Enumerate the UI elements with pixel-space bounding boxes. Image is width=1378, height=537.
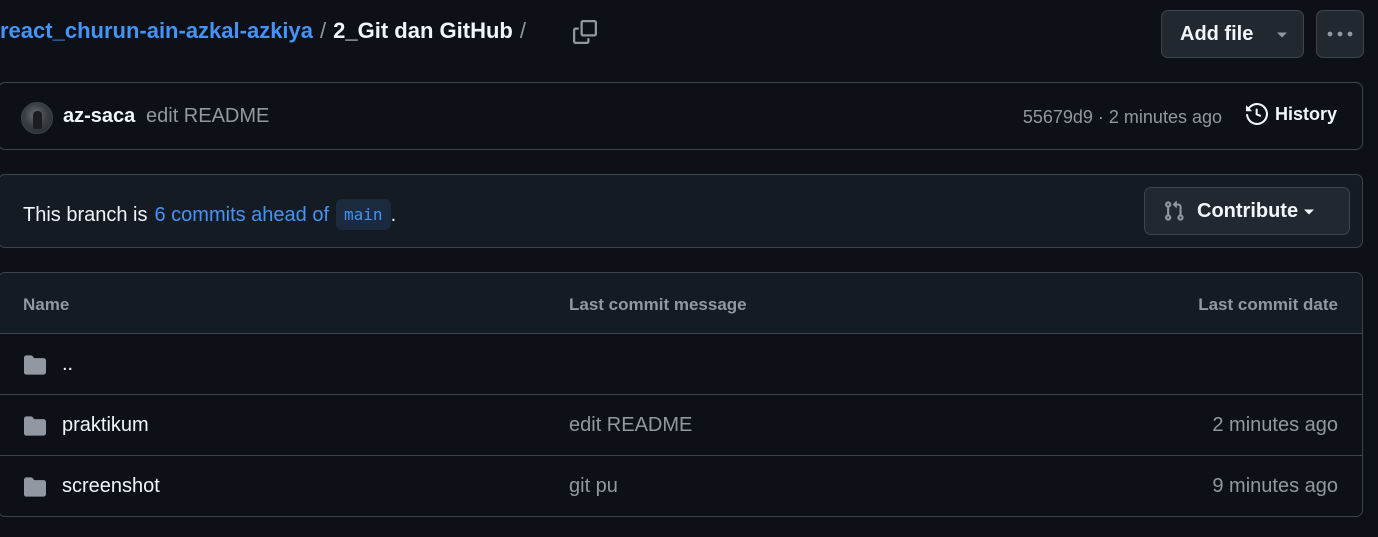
table-row[interactable]: .. [0, 334, 1362, 395]
copy-path-button[interactable] [568, 16, 602, 48]
copy-icon [573, 20, 597, 44]
branch-status-suffix: . [390, 204, 397, 226]
commit-message[interactable]: edit README [146, 105, 269, 128]
commits-ahead-link[interactable]: 6 commits ahead of [155, 204, 330, 227]
kebab-horizontal-icon [1327, 31, 1353, 37]
history-label: History [1275, 103, 1338, 124]
history-icon [1246, 103, 1268, 125]
add-file-button[interactable]: Add file [1161, 10, 1304, 58]
file-directory-icon [24, 355, 46, 375]
contribute-label: Contribute [1197, 199, 1299, 222]
triangle-down-icon [1277, 32, 1287, 38]
row-commit-message[interactable]: git pu [569, 475, 618, 498]
breadcrumb: react_churun-ain-azkal-azkiya / 2_Git da… [0, 18, 533, 44]
column-header-name: Name [23, 295, 70, 314]
commit-hash-time[interactable]: 55679d9 · 2 minutes ago [1023, 107, 1222, 128]
commit-author[interactable]: az-saca [63, 105, 135, 128]
file-name-parent[interactable]: .. [62, 353, 73, 376]
file-table-header: Name Last commit message Last commit dat… [0, 273, 1362, 334]
column-header-date: Last commit date [1198, 295, 1338, 314]
contribute-button[interactable]: Contribute [1144, 187, 1350, 235]
table-row[interactable]: praktikum edit README 2 minutes ago [0, 395, 1362, 456]
breadcrumb-current-folder: 2_Git dan GitHub [333, 18, 513, 43]
base-branch-name[interactable]: main [336, 199, 391, 230]
breadcrumb-separator: / [320, 18, 327, 43]
history-link[interactable]: History [1246, 103, 1337, 125]
latest-commit-box: az-saca edit README 55679d9 · 2 minutes … [0, 82, 1363, 150]
row-commit-date: 9 minutes ago [1212, 475, 1338, 497]
row-commit-message[interactable]: edit README [569, 414, 692, 437]
file-directory-icon [24, 416, 46, 436]
branch-status-prefix: This branch is [23, 204, 148, 226]
breadcrumb-trailing-separator: / [519, 18, 526, 43]
file-table: Name Last commit message Last commit dat… [0, 272, 1363, 517]
branch-status-text: This branch is 6 commits ahead of main . [23, 199, 397, 230]
triangle-down-icon [1304, 209, 1314, 215]
top-bar: react_churun-ain-azkal-azkiya / 2_Git da… [0, 0, 1378, 70]
file-directory-icon [24, 477, 46, 497]
add-file-label: Add file [1180, 22, 1254, 45]
table-row[interactable]: screenshot git pu 9 minutes ago [0, 456, 1362, 516]
more-options-button[interactable] [1316, 10, 1364, 58]
avatar[interactable] [21, 102, 53, 134]
row-commit-date: 2 minutes ago [1212, 414, 1338, 436]
file-name-screenshot[interactable]: screenshot [62, 475, 160, 498]
git-pull-request-icon [1165, 200, 1184, 221]
file-name-praktikum[interactable]: praktikum [62, 414, 149, 437]
breadcrumb-repo-link[interactable]: react_churun-ain-azkal-azkiya [0, 18, 313, 44]
column-header-message: Last commit message [569, 295, 747, 314]
